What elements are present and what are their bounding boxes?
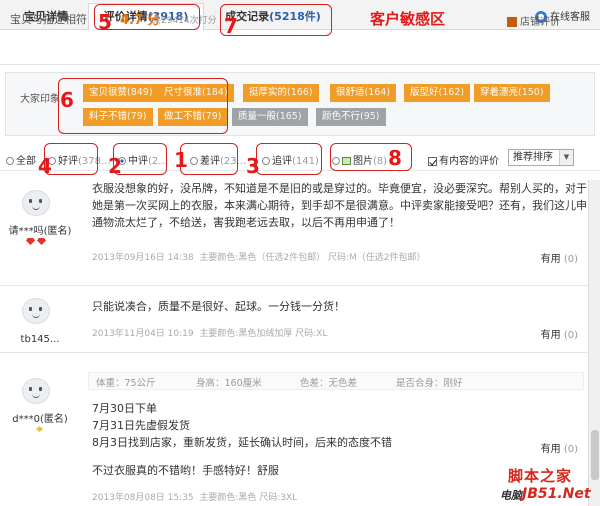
- annotation-box: [256, 143, 322, 175]
- annotation-number: 4: [38, 154, 52, 178]
- tag-text: 挺厚实的: [249, 87, 288, 98]
- tag-text: 穿着漂亮: [480, 87, 519, 98]
- review-line: 7月31日先虚假发货: [92, 419, 190, 432]
- useful-label: 有用: [540, 330, 561, 341]
- review-date: 2013年09月16日 14:38: [92, 253, 194, 263]
- tag-count: (165): [276, 111, 302, 122]
- review-specs: 主要颜色:黑色 尺码:3XL: [199, 493, 298, 503]
- useful-button[interactable]: 有用 (0): [541, 250, 578, 265]
- avatar: [22, 190, 50, 216]
- reviewer-name: 请***吗(匿名): [8, 226, 72, 237]
- review-text: 只能说凑合，质量不是很好、起球。一分钱一分货！: [92, 300, 345, 313]
- attr-color-diff: 色差：无色差: [300, 378, 358, 389]
- review-line: 7月30日下单: [92, 402, 157, 415]
- score-label: 宝贝与描述相符: [10, 13, 87, 26]
- review-meta: 2013年09月16日 14:38 主要颜色:黑色（任选2件包邮） 尺码:M（任…: [92, 250, 426, 263]
- tag-count: (150): [518, 87, 544, 98]
- sort-label: 推荐排序: [513, 152, 553, 163]
- impression-tag[interactable]: 版型好(162): [404, 84, 471, 102]
- sensitive-zone-label: 客户敏感区: [370, 10, 446, 28]
- useful-count: (0): [563, 330, 578, 341]
- useful-count: (0): [563, 444, 578, 455]
- filter-label: 全部: [16, 156, 36, 167]
- chevron-down-icon: ▼: [559, 150, 573, 165]
- tag-count: (162): [438, 87, 465, 98]
- watermark-line1: 脚本之家: [508, 467, 573, 485]
- review-meta: 2013年11月04日 10:19 主要颜色:黑色加绒加厚 尺码:XL: [92, 326, 327, 339]
- review-date: 2013年08月08日 15:35: [92, 493, 194, 503]
- tag-text: 颜色不行: [322, 111, 361, 122]
- impression-tag[interactable]: 挺厚实的(166): [243, 84, 319, 102]
- annotation-box: [44, 143, 98, 175]
- scrollbar[interactable]: [588, 180, 600, 506]
- shop-icon: [507, 17, 517, 27]
- tag-count: (164): [364, 87, 391, 98]
- impression-tag[interactable]: 颜色不行(95): [316, 108, 386, 126]
- attr-weight: 体重：75公斤: [96, 378, 156, 389]
- review-specs: 主要颜色:黑色加绒加厚 尺码:XL: [199, 329, 328, 339]
- annotation-number: 1: [174, 148, 188, 172]
- tag-count: (166): [287, 87, 313, 98]
- score-bar: [0, 31, 600, 65]
- review-line: 8月3日找到店家，重新发货，延长确认时间，后来的态度不错: [92, 436, 392, 449]
- tag-text: 版型好: [410, 87, 439, 98]
- review-specs: 主要颜色:黑色（任选2件包邮） 尺码:M（任选2件包邮）: [199, 253, 426, 263]
- review-date: 2013年11月04日 10:19: [92, 329, 194, 339]
- annotation-number: 3: [246, 154, 260, 178]
- tag-text: 质量一般: [238, 111, 277, 122]
- review-text: 衣服没想象的好，没吊牌，不知道是不是旧的或是穿过的。毕竟便宜，没必要深究。帮别人…: [92, 182, 587, 229]
- watermark-logo: 脚本之家 电脑 JB51.Net: [500, 465, 598, 505]
- annotation-box: [180, 143, 238, 175]
- useful-button[interactable]: 有用 (0): [541, 440, 578, 455]
- annotation-number: 7: [224, 14, 238, 38]
- tag-text: 很舒适: [336, 87, 365, 98]
- reviewer-name: d***0(匿名): [12, 414, 68, 425]
- attr-height: 身高：160厘米: [196, 378, 262, 389]
- annotation-number: 6: [60, 88, 74, 112]
- shop-eval-label: 店铺评价: [520, 17, 560, 28]
- checkbox-icon: [428, 156, 437, 166]
- radio-icon: [6, 157, 14, 165]
- avatar: [22, 298, 50, 324]
- annotation-number: 2: [108, 154, 122, 178]
- tag-count: (95): [360, 111, 380, 122]
- review-meta: 2013年08月08日 15:35 主要颜色:黑色 尺码:3XL: [92, 490, 297, 503]
- impression-tag[interactable]: 穿着漂亮(150): [474, 84, 550, 102]
- review-item: [0, 287, 600, 353]
- avatar: [22, 378, 50, 404]
- attr-fit: 是否合身：刚好: [396, 378, 463, 389]
- impression-tag[interactable]: 很舒适(164): [330, 84, 397, 102]
- impression-tag[interactable]: 质量一般(165): [232, 108, 308, 126]
- impressions-label: 大家印象: [20, 94, 60, 105]
- watermark-line3: JB51.Net: [522, 486, 591, 502]
- annotation-box: [58, 78, 228, 134]
- checkbox-label: 有内容的评价: [439, 156, 499, 167]
- useful-label: 有用: [540, 444, 561, 455]
- annotation-number: 8: [388, 146, 402, 170]
- filter-all[interactable]: 全部: [6, 152, 36, 167]
- shop-eval-link[interactable]: 店铺评价: [507, 13, 560, 28]
- watermark-line2: 电脑: [500, 489, 522, 502]
- sort-select[interactable]: 推荐排序 ▼: [508, 149, 574, 166]
- useful-count: (0): [563, 254, 578, 265]
- useful-label: 有用: [540, 254, 561, 265]
- useful-button[interactable]: 有用 (0): [541, 326, 578, 341]
- reviewer-name: tb145...: [20, 334, 60, 345]
- has-content-checkbox[interactable]: 有内容的评价: [428, 152, 499, 167]
- annotation-number: 5: [98, 10, 112, 34]
